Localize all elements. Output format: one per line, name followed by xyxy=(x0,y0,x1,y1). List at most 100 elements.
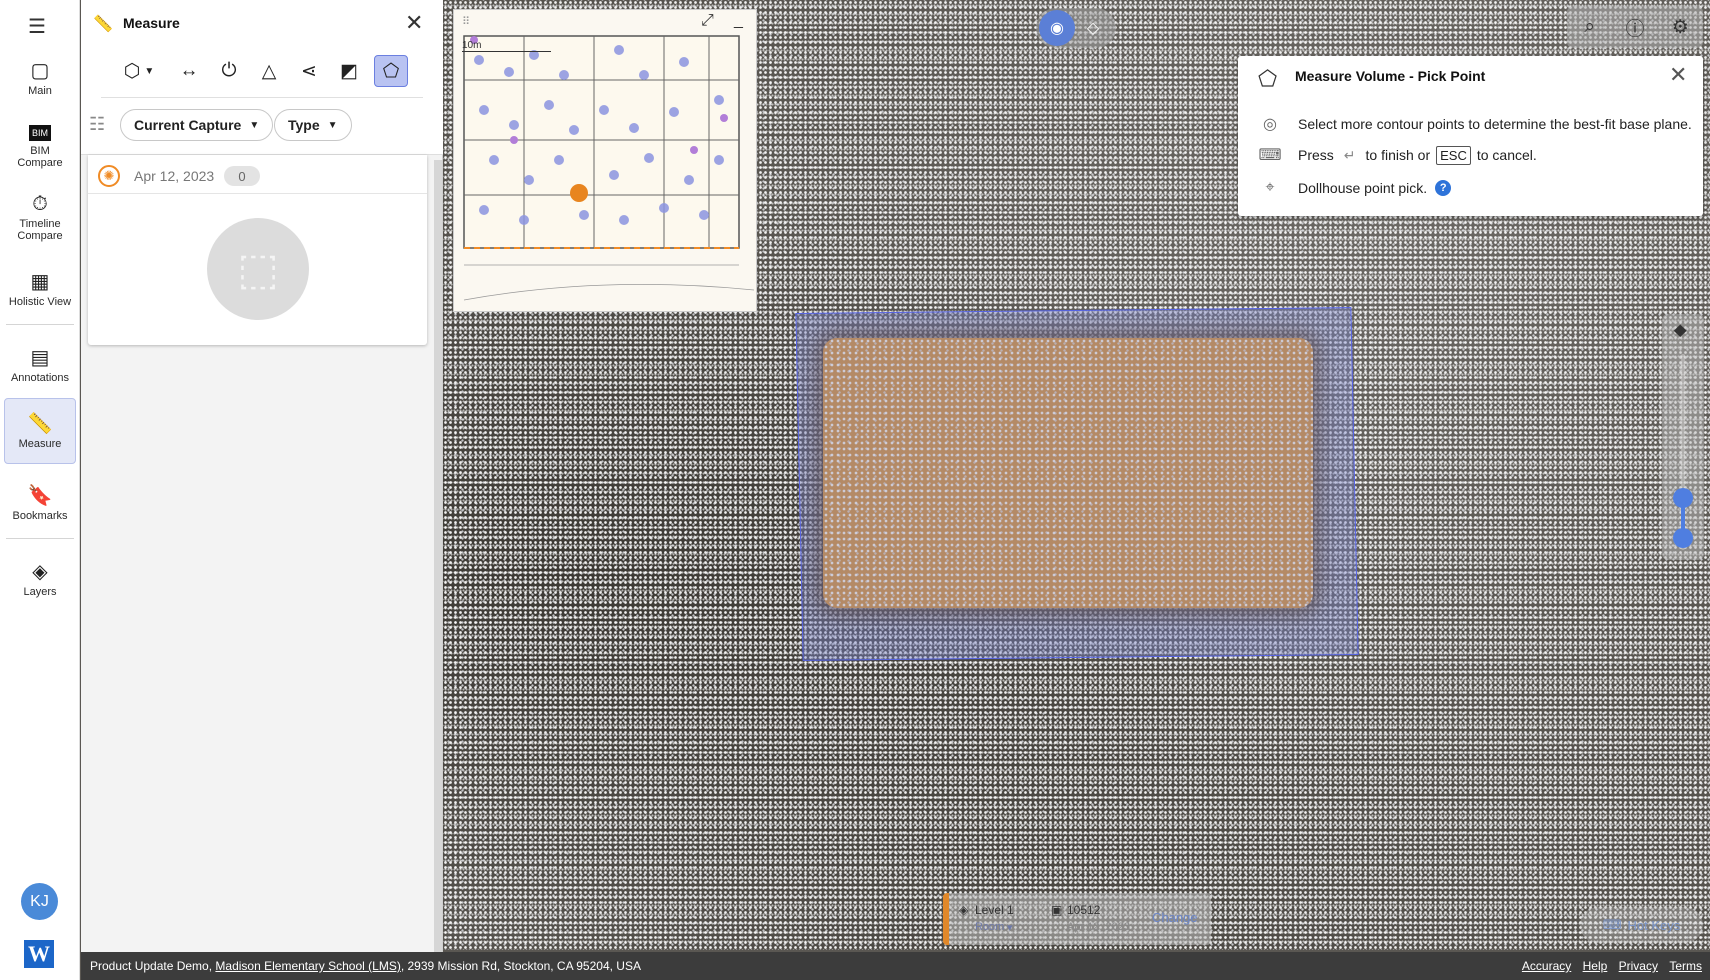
triangle-icon: △ xyxy=(261,60,277,82)
zoom-knob-lower[interactable] xyxy=(1673,528,1693,548)
nav-label: Timeline Compare xyxy=(17,217,63,242)
footer-link-terms[interactable]: Terms xyxy=(1669,959,1702,973)
capture-filter-label: Current Capture xyxy=(134,117,242,133)
avatar[interactable]: KJ xyxy=(21,883,58,920)
main-view-icon: ▢ xyxy=(30,59,50,82)
info-icon[interactable]: ⓘ xyxy=(1618,10,1652,44)
layers-icon: ◈ xyxy=(959,903,969,917)
dollhouse-view-icon[interactable]: ◉ xyxy=(1039,10,1075,46)
expand-icon[interactable]: ⤢ xyxy=(701,12,714,30)
scale-bar-label: 10m xyxy=(462,40,552,52)
keyboard-icon: ⌨ xyxy=(1602,917,1622,932)
compass-icon[interactable]: ⯁ xyxy=(1673,322,1687,343)
nav-item-holistic-view[interactable]: ▦ Holistic View xyxy=(4,266,76,312)
help-icon[interactable]: ? xyxy=(1435,180,1452,196)
panel-scrollbar[interactable] xyxy=(434,160,442,952)
instruction-row: ◎ Select more contour points to determin… xyxy=(1256,112,1692,136)
instruction-text: Press xyxy=(1298,147,1334,163)
capture-card: ✺ Apr 12, 2023 0 ⬚ xyxy=(88,155,427,345)
plan-view-icon[interactable]: ◇ xyxy=(1075,10,1111,46)
zoom-slider[interactable]: ⯁ xyxy=(1662,314,1704,560)
nav-item-bim-compare[interactable]: BIM BIM Compare xyxy=(4,120,76,174)
toolbar-divider xyxy=(101,97,423,98)
nav-divider xyxy=(6,324,74,325)
type-filter-dropdown[interactable]: Type ▼ xyxy=(274,109,352,141)
footer-link-help[interactable]: Help xyxy=(1583,959,1608,973)
chevron-down-icon: ▼ xyxy=(249,119,260,131)
nav-label: Main xyxy=(28,84,52,97)
cube-icon: ⬡ xyxy=(123,60,141,82)
timeline-icon: ⏱ xyxy=(32,192,48,215)
nav-divider xyxy=(6,538,74,539)
grid-icon: ▦ xyxy=(30,270,50,293)
polyline-tool-button[interactable]: ⋖ xyxy=(293,55,325,87)
zoom-knob-upper[interactable] xyxy=(1673,488,1693,508)
instruction-text: Dollhouse point pick. xyxy=(1298,180,1428,196)
capture-filter-dropdown[interactable]: Current Capture ▼ xyxy=(120,109,274,141)
level-label[interactable]: Level 1 xyxy=(975,903,1014,917)
layers-icon: ◈ xyxy=(32,560,48,583)
filter-sliders-icon[interactable]: ☷ xyxy=(89,114,105,135)
minimize-icon[interactable]: _ xyxy=(734,12,743,30)
capture-id: 10512 xyxy=(1067,903,1101,917)
footer-link-accuracy[interactable]: Accuracy xyxy=(1522,959,1571,973)
calendar-icon: ▣ xyxy=(1051,903,1063,917)
nav-item-layers[interactable]: ◈ Layers xyxy=(4,556,76,602)
view-mode-toggle[interactable]: ◉ ◇ xyxy=(1036,8,1116,48)
instruction-text: Select more contour points to determine … xyxy=(1298,116,1692,132)
panel-title: Measure xyxy=(123,15,180,31)
measure-instruction-card: ⬠ Measure Volume - Pick Point ✕ ◎ Select… xyxy=(1238,56,1703,216)
bim-icon: BIM xyxy=(28,125,51,141)
close-icon[interactable]: ✕ xyxy=(1669,62,1687,88)
search-location-icon[interactable]: ⌕ xyxy=(1573,10,1607,44)
change-capture-button[interactable]: Change xyxy=(1152,910,1198,925)
volume-pick-icon: ⬠ xyxy=(382,60,400,82)
gear-icon[interactable]: ⚙ xyxy=(1663,10,1697,44)
project-link[interactable]: Madison Elementary School (LMS) xyxy=(215,959,400,973)
instruction-row: ⌖ Dollhouse point pick. ? xyxy=(1256,176,1452,200)
close-icon[interactable]: ✕ xyxy=(405,10,423,36)
floor-plan-image xyxy=(463,35,755,301)
capture-shutter-icon: ✺ xyxy=(98,165,120,187)
plane-tool-button[interactable]: ◩ xyxy=(333,55,365,87)
type-filter-label: Type xyxy=(288,117,320,133)
room-dropdown[interactable]: Room xyxy=(975,921,1004,933)
hotkeys-button[interactable]: ⌨ Hot Keys xyxy=(1580,907,1703,943)
volume-tool-button[interactable]: ⬡ ▼ xyxy=(117,55,161,87)
chevron-down-icon: ▼ xyxy=(144,65,155,77)
nav-item-bookmarks[interactable]: 🔖 Bookmarks xyxy=(4,480,76,526)
chevron-down-icon: ▾ xyxy=(1007,922,1013,934)
ruler-icon: 📏 xyxy=(93,16,113,33)
nav-item-timeline-compare[interactable]: ⏱ Timeline Compare xyxy=(4,190,76,244)
footer-bar: Product Update Demo, Madison Elementary … xyxy=(81,952,1710,980)
empty-box-icon: ⬚ xyxy=(207,218,309,320)
measure-panel: 📏 Measure ✕ ⬡ ▼ ↔ ⏻ △ ⋖ ◩ ⬠ ☷ Current Cap… xyxy=(81,0,443,952)
brand-logo: W xyxy=(24,940,54,968)
keyboard-icon: ⌨ xyxy=(1258,147,1282,164)
hotkeys-label: Hot Keys xyxy=(1627,917,1681,933)
drag-handle-icon[interactable]: ⠿ xyxy=(462,15,470,28)
volume-pick-tool-button[interactable]: ⬠ xyxy=(374,55,408,87)
nav-item-main[interactable]: ▢ Main xyxy=(4,44,76,112)
area-tool-button[interactable]: △ xyxy=(253,55,285,87)
nav-label: Bookmarks xyxy=(12,509,68,522)
footer-address: , 2939 Mission Rd, Stockton, CA 95204, U… xyxy=(400,959,641,973)
nav-item-annotations[interactable]: ▤ Annotations xyxy=(4,342,76,388)
card-divider xyxy=(88,193,427,194)
plane-icon: ◩ xyxy=(340,60,358,82)
capture-date: Apr 12, 2023 xyxy=(134,168,215,184)
minimap[interactable]: ⠿ 10m ⤢ _ xyxy=(453,9,757,312)
timer-icon: ⏻ xyxy=(221,60,237,81)
top-right-toolbar: ⌕ ⓘ ⚙ xyxy=(1567,6,1703,48)
menu-icon[interactable]: ☰ xyxy=(28,14,46,39)
nav-label: Measure xyxy=(18,437,62,450)
annotations-icon: ▤ xyxy=(30,346,50,369)
measurement-count-badge: 0 xyxy=(224,166,260,186)
nav-item-measure[interactable]: 📏 Measure xyxy=(4,398,76,464)
distance-tool-button[interactable]: ↔ xyxy=(173,55,205,87)
esc-key: ESC xyxy=(1436,145,1471,165)
instruction-title: Measure Volume - Pick Point xyxy=(1295,68,1486,84)
bookmark-icon: 🔖 xyxy=(27,484,53,507)
footer-link-privacy[interactable]: Privacy xyxy=(1619,959,1658,973)
angle-tool-button[interactable]: ⏻ xyxy=(213,55,245,87)
